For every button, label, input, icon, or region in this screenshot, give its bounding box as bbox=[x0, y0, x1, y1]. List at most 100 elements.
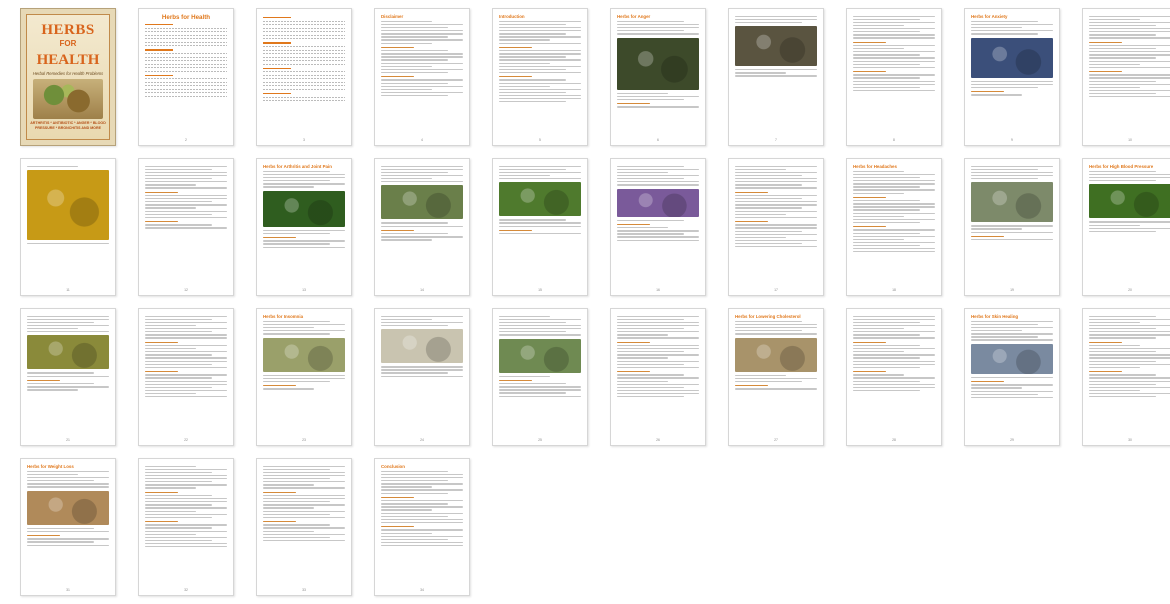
text-line bbox=[381, 30, 463, 32]
page-thumbnail[interactable]: Herbs for Weight Loss 31 bbox=[20, 458, 116, 596]
text-line bbox=[735, 333, 817, 335]
page-number: 7 bbox=[775, 138, 777, 142]
page-thumbnail[interactable]: 7 bbox=[728, 8, 824, 146]
page-thumbnail[interactable]: Herbs for Lowering Cholesterol 27 bbox=[728, 308, 824, 446]
toc-section-line bbox=[145, 49, 173, 51]
page-thumbnail[interactable]: 10 bbox=[1082, 8, 1170, 146]
text-line bbox=[145, 220, 178, 223]
herb-photo bbox=[617, 37, 699, 90]
text-line bbox=[853, 70, 886, 73]
page-thumbnail[interactable]: 32 bbox=[138, 458, 234, 596]
text-line bbox=[381, 372, 449, 374]
page-thumbnail[interactable]: 19 bbox=[964, 158, 1060, 296]
text-line bbox=[853, 215, 904, 217]
toc-entry-line bbox=[145, 60, 227, 62]
text-line bbox=[735, 18, 817, 21]
page-thumbnail[interactable]: Herbs for Insomnia 23 bbox=[256, 308, 352, 446]
text-line bbox=[263, 229, 345, 231]
text-line bbox=[853, 325, 935, 327]
text-line bbox=[853, 41, 886, 44]
page-thumbnail[interactable]: Herbs for Headaches 18 bbox=[846, 158, 942, 296]
text-line bbox=[381, 518, 463, 520]
text-line bbox=[735, 239, 817, 241]
text-line bbox=[381, 315, 463, 318]
page-thumbnail[interactable]: 25 bbox=[492, 308, 588, 446]
toc-entry-line bbox=[145, 92, 227, 94]
text-line bbox=[381, 172, 449, 174]
toc-entry-line bbox=[263, 34, 345, 36]
text-line bbox=[1089, 354, 1170, 356]
page-thumbnail[interactable]: 33 bbox=[256, 458, 352, 596]
page-thumbnail[interactable]: 26 bbox=[610, 308, 706, 446]
text-line bbox=[263, 533, 345, 535]
text-line bbox=[853, 189, 935, 191]
page-thumbnail[interactable]: 14 bbox=[374, 158, 470, 296]
page-thumbnail[interactable]: 12 bbox=[138, 158, 234, 296]
page-thumbnail[interactable]: 16 bbox=[610, 158, 706, 296]
page-thumbnail[interactable]: Herbs for Anxiety 9 bbox=[964, 8, 1060, 146]
page-thumbnail[interactable]: 28 bbox=[846, 308, 942, 446]
text-line bbox=[617, 383, 699, 385]
text-line bbox=[381, 175, 463, 177]
text-line bbox=[1089, 386, 1170, 388]
page-thumbnail[interactable]: 21 bbox=[20, 308, 116, 446]
text-line bbox=[853, 374, 904, 376]
page-thumbnail[interactable]: 22 bbox=[138, 308, 234, 446]
page-thumbnail[interactable]: Herbs for Arthritis and Joint Pain 13 bbox=[256, 158, 352, 296]
text-line bbox=[381, 165, 463, 168]
text-line bbox=[145, 533, 196, 535]
text-line bbox=[617, 325, 699, 327]
text-line bbox=[617, 322, 699, 324]
text-line bbox=[499, 91, 567, 93]
text-line bbox=[735, 377, 817, 379]
toc-entry-line bbox=[263, 24, 345, 26]
page-thumbnail[interactable]: Introduction 5 bbox=[492, 8, 588, 146]
page-thumbnail[interactable]: 8 bbox=[846, 8, 942, 146]
page-number: 24 bbox=[420, 438, 424, 442]
text-line bbox=[145, 507, 227, 509]
text-line bbox=[499, 71, 581, 73]
text-line bbox=[381, 68, 463, 70]
text-line bbox=[27, 318, 109, 321]
text-line bbox=[853, 28, 935, 30]
page-heading: Herbs for Headaches bbox=[853, 164, 897, 169]
text-line bbox=[145, 475, 227, 477]
text-line bbox=[145, 318, 213, 321]
page-thumbnail[interactable]: Conclusion 34 bbox=[374, 458, 470, 596]
text-line bbox=[1089, 66, 1170, 68]
text-line bbox=[971, 376, 1053, 378]
text-line bbox=[853, 225, 886, 228]
page-thumbnail[interactable]: 24 bbox=[374, 308, 470, 446]
text-line bbox=[853, 235, 935, 237]
text-line bbox=[381, 503, 449, 505]
page-thumbnail[interactable]: Disclaimer 4 bbox=[374, 8, 470, 146]
page-thumbnail[interactable]: Herbs for Skin Healing 29 bbox=[964, 308, 1060, 446]
text-line bbox=[1089, 28, 1170, 30]
text-line bbox=[381, 375, 463, 377]
page-thumbnail[interactable]: 11 bbox=[20, 158, 116, 296]
text-line bbox=[617, 92, 668, 94]
page-thumbnail[interactable]: Herbs for Health 2 bbox=[138, 8, 234, 146]
text-line bbox=[853, 341, 886, 344]
herb-photo bbox=[27, 335, 109, 370]
toc-entry-line bbox=[145, 53, 227, 55]
text-line bbox=[853, 177, 921, 179]
page-thumbnail[interactable]: Herbs for Anger 6 bbox=[610, 8, 706, 146]
cover-page-thumbnail[interactable]: HERBS FOR HEALTH Herbal Remedies for Health… bbox=[20, 8, 116, 146]
page-thumbnail[interactable]: 30 bbox=[1082, 308, 1170, 446]
page-thumbnail[interactable]: 3 bbox=[256, 8, 352, 146]
page-thumbnail[interactable]: 15 bbox=[492, 158, 588, 296]
text-line bbox=[381, 222, 449, 224]
text-line bbox=[263, 530, 314, 532]
text-line bbox=[853, 34, 935, 36]
page-thumbnail[interactable]: Herbs for High Blood Pressure 20 bbox=[1082, 158, 1170, 296]
text-line bbox=[853, 331, 935, 333]
text-line bbox=[145, 395, 227, 398]
text-line bbox=[145, 513, 227, 515]
herb-photo bbox=[263, 190, 345, 227]
text-line bbox=[27, 165, 78, 168]
page-thumbnail[interactable]: 17 bbox=[728, 158, 824, 296]
text-line bbox=[145, 191, 178, 194]
text-line bbox=[617, 392, 699, 395]
text-line bbox=[617, 318, 685, 321]
